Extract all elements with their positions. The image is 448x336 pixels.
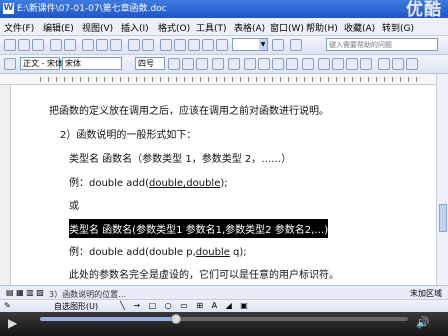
doc-line-7-post: q); (229, 247, 247, 258)
doc-line-4-post: ); (220, 178, 228, 189)
video-player-bar: ▶ 🔊 (0, 312, 448, 336)
doc-line-7-underlined: double (195, 247, 230, 258)
chevron-down-icon: ▼ (259, 39, 267, 50)
menu-tools[interactable]: 工具(T) (196, 21, 227, 34)
drawing-menu-icon[interactable]: ✎ (4, 301, 11, 310)
new-icon[interactable] (4, 39, 16, 51)
progress-fill (40, 317, 177, 321)
doc-line-1: 把函数的定义放在调用之后，应该在调用之前对函数进行说明。 (49, 106, 329, 117)
read-icon[interactable] (290, 39, 302, 51)
bullets-icon[interactable] (332, 58, 344, 70)
menu-file[interactable]: 文件(F) (4, 21, 34, 34)
play-icon[interactable]: ▶ (8, 316, 17, 330)
document-page[interactable]: 把函数的定义放在调用之后，应该在调用之前对函数进行说明。 2）函数说明的一般形式… (11, 85, 436, 285)
doc-line-6-selected: 类型名 函数名(参数类型1 参数名1,参数类型2 参数名2,…) (69, 219, 329, 238)
view-buttons[interactable]: ▤ ▦ ▥ ▧ (6, 288, 44, 297)
copy-icon[interactable] (96, 39, 108, 51)
char-border-icon[interactable] (212, 58, 224, 70)
standard-toolbar: ▼ 键入需要帮助的问题 (0, 36, 448, 55)
increase-indent-icon[interactable] (360, 58, 372, 70)
scroll-thumb[interactable] (439, 204, 447, 232)
menu-view[interactable]: 视图(V) (82, 21, 113, 34)
print-icon[interactable] (50, 39, 62, 51)
show-hide-icon[interactable] (216, 39, 228, 51)
progress-knob[interactable] (171, 314, 182, 324)
highlight-icon[interactable] (378, 58, 390, 70)
status-bar: ▤ ▦ ▥ ▧ 3）函数说明的位置… 末加区域 (0, 285, 448, 300)
window-title: E:\新课件\07-01-07\第七章函数.doc (17, 4, 167, 14)
bold-icon[interactable] (168, 58, 180, 70)
line-spacing-icon[interactable] (302, 58, 314, 70)
menu-favorites[interactable]: 收藏(A) (344, 21, 375, 34)
menu-edit[interactable]: 编辑(E) (43, 21, 74, 34)
underline-icon[interactable] (196, 58, 208, 70)
doc-line-7-pre: 例：double add(double p, (69, 247, 196, 258)
align-right-icon[interactable] (272, 58, 284, 70)
formatting-toolbar: 正文 - 宋体 宋体 四号 (0, 55, 448, 74)
doc-line-8: 此处的参数名完全是虚设的，它们可以是任意的用户标识符。 (69, 270, 339, 281)
columns-icon[interactable] (188, 39, 200, 51)
menu-goto[interactable]: 转到(G) (382, 21, 414, 34)
doc-line-4-pre: 例：double add( (69, 178, 149, 189)
status-text: 末加区域 (410, 289, 442, 298)
font-color-icon[interactable] (392, 58, 404, 70)
open-icon[interactable] (18, 39, 30, 51)
char-scale-icon[interactable] (228, 58, 240, 70)
title-bar: W E:\新课件\07-01-07\第七章函数.doc 优酷 (0, 0, 448, 20)
doc-line-3: 类型名 函数名（参数类型 1，参数类型 2，……） (69, 154, 292, 165)
cut-icon[interactable] (82, 39, 94, 51)
table-icon[interactable] (174, 39, 186, 51)
doc-line-5: 或 (69, 201, 79, 212)
doc-line-4: 例：double add(double,double); (69, 174, 228, 189)
menu-help[interactable]: 帮助(H) (306, 21, 338, 34)
decrease-indent-icon[interactable] (346, 58, 358, 70)
font-size-select[interactable]: 四号 (135, 57, 165, 70)
style-select[interactable]: 正文 - 宋体 (20, 57, 63, 70)
help-search-input[interactable]: 键入需要帮助的问题 (326, 38, 438, 51)
shape-tools-icon[interactable]: ╲ → □ ○ ▭ ⊞ A ◢ ▣ (120, 301, 251, 310)
doc-line-2: 2）函数说明的一般形式如下： (60, 130, 197, 141)
progress-track[interactable] (40, 317, 408, 321)
hyperlink-icon[interactable] (160, 39, 172, 51)
paste-icon[interactable] (110, 39, 122, 51)
watermark-logo: 优酷 (406, 0, 442, 20)
border-icon[interactable] (406, 58, 418, 70)
vertical-scrollbar[interactable] (436, 74, 448, 285)
align-left-icon[interactable] (244, 58, 256, 70)
save-icon[interactable] (32, 39, 44, 51)
font-select[interactable]: 宋体 (62, 57, 122, 70)
autoshapes-button[interactable]: 自选图形(U) (54, 301, 98, 312)
menu-format[interactable]: 格式(O) (158, 21, 190, 34)
numbering-icon[interactable] (318, 58, 330, 70)
doc-line-7: 例：double add(double p,double q); (69, 243, 247, 258)
menu-window[interactable]: 窗口(W) (270, 21, 304, 34)
menu-table[interactable]: 表格(A) (234, 21, 265, 34)
help-icon[interactable] (272, 39, 284, 51)
preview-icon[interactable] (64, 39, 76, 51)
justify-icon[interactable] (286, 58, 298, 70)
redo-icon[interactable] (142, 39, 154, 51)
menu-bar: 文件(F) 编辑(E) 视图(V) 插入(I) 格式(O) 工具(T) 表格(A… (0, 18, 448, 36)
menu-insert[interactable]: 插入(I) (121, 21, 149, 34)
drawing-icon[interactable] (202, 39, 214, 51)
word-app-icon: W (3, 3, 14, 14)
italic-icon[interactable] (182, 58, 194, 70)
horizontal-ruler[interactable] (0, 74, 436, 85)
doc-line-4-underlined: double,double (149, 178, 221, 189)
drawing-toolbar: ✎ 自选图形(U) ╲ → □ ○ ▭ ⊞ A ◢ ▣ (0, 299, 448, 313)
volume-icon[interactable]: 🔊 (416, 316, 430, 329)
ruler-ticks (40, 77, 420, 82)
styles-pane-icon[interactable] (4, 58, 16, 70)
undo-icon[interactable] (128, 39, 140, 51)
vertical-ruler (0, 85, 11, 285)
align-center-icon[interactable] (258, 58, 270, 70)
zoom-select[interactable]: ▼ (232, 38, 268, 51)
